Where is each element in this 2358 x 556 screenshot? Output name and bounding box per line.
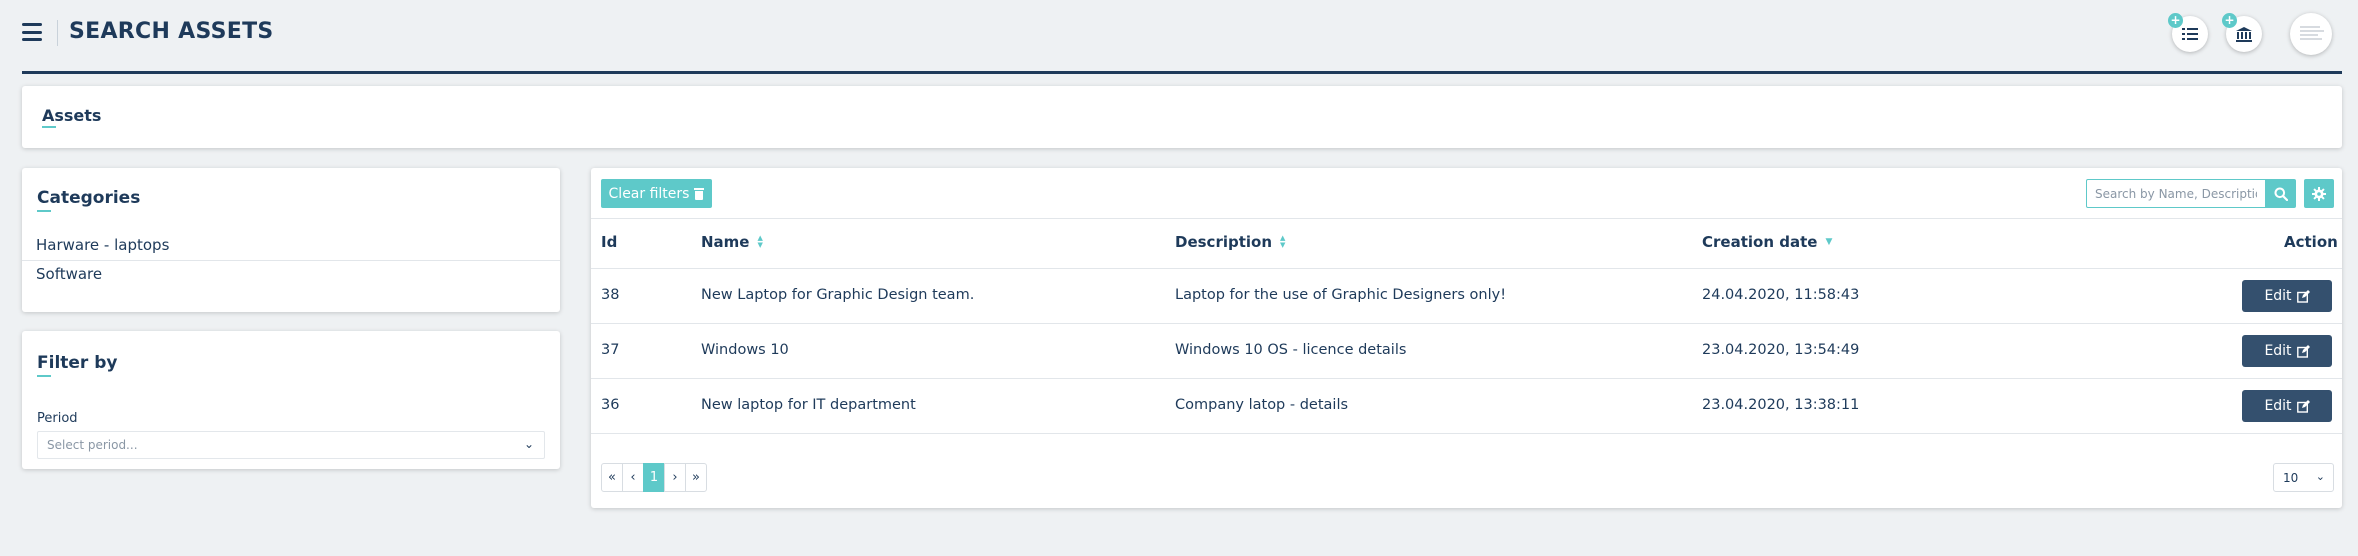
period-label: Period [37, 411, 78, 426]
column-header-creation-date[interactable]: Creation date ▼ [1702, 233, 1832, 251]
edit-button[interactable]: Edit [2242, 280, 2332, 312]
clear-filters-label: Clear filters [608, 185, 690, 202]
search-icon [2274, 187, 2288, 201]
edit-button[interactable]: Edit [2242, 390, 2332, 422]
edit-icon [2296, 399, 2310, 413]
user-avatar[interactable] [2290, 13, 2332, 55]
checklist-icon [2182, 28, 2198, 40]
table-row: 38 New Laptop for Graphic Design team. L… [591, 269, 2342, 324]
cell-creation-date: 24.04.2020, 11:58:43 [1702, 287, 1860, 303]
sort-icon[interactable]: ▲ ▼ [757, 235, 762, 249]
edit-button-label: Edit [2264, 343, 2292, 359]
cell-description: Windows 10 OS - licence details [1175, 342, 1407, 358]
cell-name: New laptop for IT department [701, 397, 916, 413]
page-button-current[interactable]: 1 [643, 463, 665, 492]
filter-panel: Filter by Period Select period... ⌄ [22, 331, 560, 469]
cell-id: 36 [601, 397, 620, 413]
period-placeholder: Select period... [47, 438, 138, 452]
period-select[interactable]: Select period... ⌄ [37, 431, 545, 459]
row-divider [591, 433, 2342, 434]
column-header-description[interactable]: Description ▲ ▼ [1175, 233, 1285, 251]
breadcrumb-title: Assets [42, 106, 102, 125]
plus-icon: + [2222, 13, 2237, 28]
cell-description: Laptop for the use of Graphic Designers … [1175, 287, 1507, 303]
add-checklist-button[interactable]: + [2168, 13, 2208, 52]
category-item-hardware-laptops[interactable]: Harware - laptops [36, 236, 169, 254]
table-row: 37 Windows 10 Windows 10 OS - licence de… [591, 324, 2342, 379]
add-bank-button[interactable]: + [2222, 13, 2262, 52]
chevron-down-icon: ⌄ [523, 437, 534, 451]
hamburger-icon[interactable] [22, 23, 42, 41]
edit-icon [2296, 289, 2310, 303]
edit-button[interactable]: Edit [2242, 335, 2332, 367]
page-title: SEARCH ASSETS [69, 19, 274, 44]
last-page-button[interactable]: » [685, 463, 707, 492]
column-header-action-label: Action [2284, 233, 2338, 251]
edit-button-label: Edit [2264, 398, 2292, 414]
column-header-id: Id [601, 233, 617, 251]
pagination: « ‹ 1 › » [601, 463, 707, 492]
title-underline [37, 375, 51, 377]
column-header-action: Action [2284, 233, 2338, 251]
next-page-button[interactable]: › [664, 463, 686, 492]
column-header-id-label: Id [601, 233, 618, 251]
cell-name: Windows 10 [701, 342, 789, 358]
table-toolbar-divider [591, 218, 2342, 219]
cell-name: New Laptop for Graphic Design team. [701, 287, 975, 303]
page-size-value: 10 [2283, 471, 2299, 485]
search-button[interactable] [2266, 179, 2296, 208]
gear-icon [2312, 186, 2326, 201]
settings-button[interactable] [2304, 179, 2334, 208]
cell-creation-date: 23.04.2020, 13:38:11 [1702, 397, 1860, 413]
cell-creation-date: 23.04.2020, 13:54:49 [1702, 342, 1860, 358]
table-row: 36 New laptop for IT department Company … [591, 379, 2342, 434]
plus-icon: + [2168, 13, 2183, 28]
column-header-name[interactable]: Name ▲ ▼ [701, 233, 763, 251]
cell-id: 38 [601, 287, 620, 303]
category-item-software[interactable]: Software [36, 265, 102, 283]
trash-icon [694, 187, 705, 200]
column-header-description-label: Description [1175, 233, 1273, 251]
assets-table-panel: Clear filters Id Name ▲▼ Description [591, 168, 2342, 508]
title-underline [42, 126, 56, 128]
column-header-name-label: Name [701, 233, 750, 251]
edit-button-label: Edit [2264, 288, 2292, 304]
title-separator [57, 20, 58, 46]
breadcrumb: Assets [22, 86, 2342, 148]
bank-icon [2236, 26, 2252, 42]
sort-desc-icon[interactable]: ▼ [1825, 237, 1832, 247]
categories-panel: Categories Harware - laptops Software [22, 168, 560, 312]
page-size-select[interactable]: 10 ⌄ [2273, 463, 2334, 492]
column-header-creation-date-label: Creation date [1702, 233, 1818, 251]
category-divider [22, 260, 560, 261]
filter-title: Filter by [37, 353, 118, 373]
categories-title: Categories [37, 188, 141, 208]
header-divider [22, 71, 2342, 74]
prev-page-button[interactable]: ‹ [622, 463, 644, 492]
edit-icon [2296, 344, 2310, 358]
sort-icon[interactable]: ▲ ▼ [1280, 235, 1285, 249]
title-underline [37, 210, 51, 212]
cell-description: Company latop - details [1175, 397, 1349, 413]
top-bar: SEARCH ASSETS + + [0, 0, 2358, 72]
chevron-down-icon: ⌄ [2315, 470, 2325, 483]
first-page-button[interactable]: « [601, 463, 623, 492]
search-input[interactable] [2086, 179, 2266, 208]
clear-filters-button[interactable]: Clear filters [601, 179, 712, 208]
cell-id: 37 [601, 342, 620, 358]
